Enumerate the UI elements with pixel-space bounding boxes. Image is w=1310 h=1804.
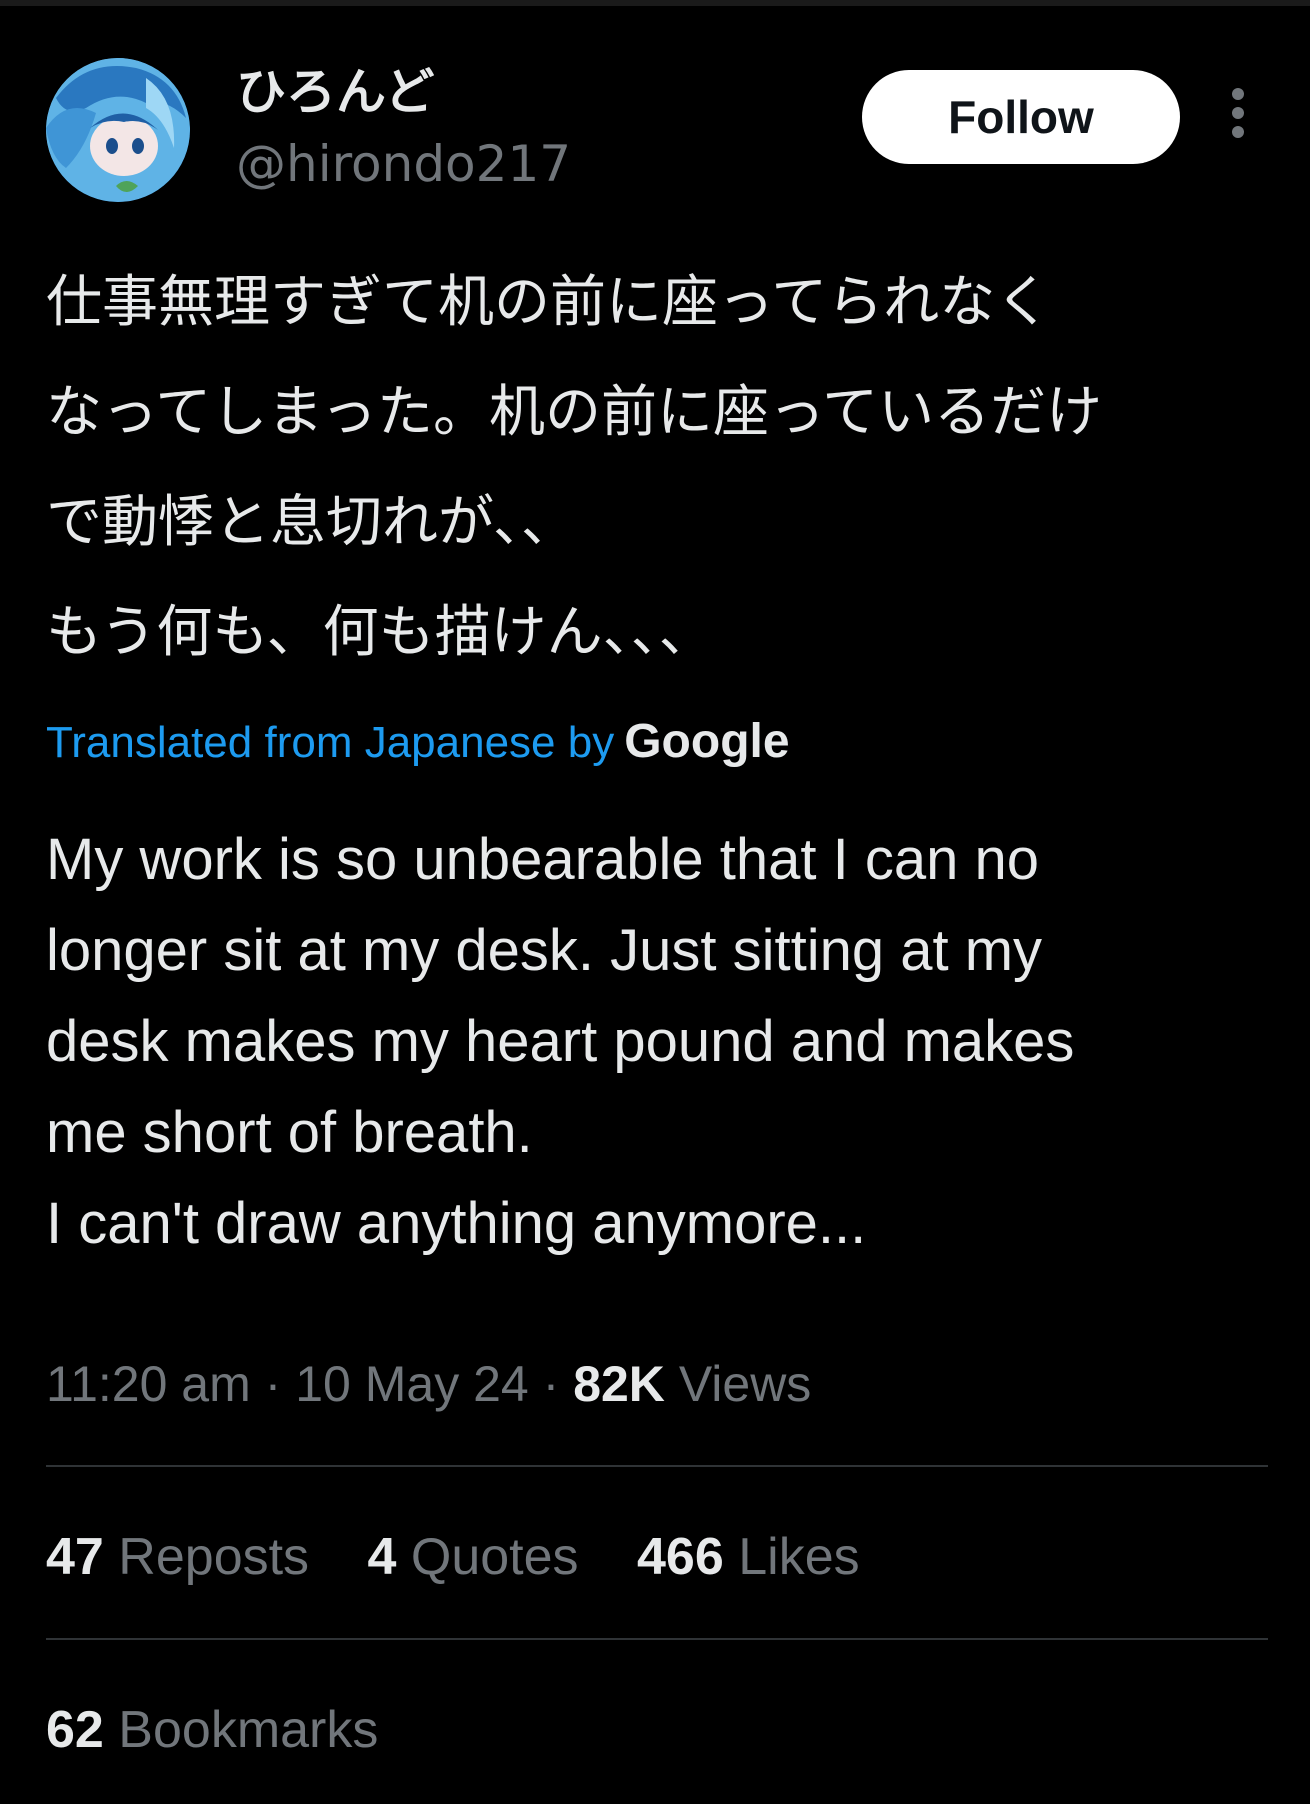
tweet-time[interactable]: 11:20 am: [46, 1356, 251, 1412]
meta-separator: ·: [542, 1356, 560, 1412]
translation-label[interactable]: Translated from Japanese by: [46, 718, 614, 767]
quotes-stat[interactable]: 4 Quotes: [368, 1527, 579, 1587]
tweet-card: ひろんど @hirondo217 Follow 仕事無理すぎて机の前に座ってられ…: [0, 0, 1310, 1804]
reposts-stat[interactable]: 47 Reposts: [46, 1527, 309, 1587]
tweet-date[interactable]: 10 May 24: [295, 1356, 528, 1412]
engagement-stats: 47 Reposts 4 Quotes 466 Likes: [46, 1527, 904, 1587]
meta-separator: ·: [264, 1356, 282, 1412]
bookmarks-count: 62: [46, 1701, 104, 1759]
reposts-count: 47: [46, 1528, 104, 1586]
user-handle[interactable]: @hirondo217: [236, 134, 571, 194]
quotes-label: Quotes: [410, 1528, 579, 1586]
divider: [46, 1465, 1268, 1467]
translation-attribution: Translated from Japanese by Google: [46, 712, 790, 773]
follow-button[interactable]: Follow: [862, 70, 1180, 164]
bookmarks-stat[interactable]: 62 Bookmarks: [46, 1700, 378, 1760]
avatar-illustration-icon: [46, 58, 190, 202]
likes-label: Likes: [738, 1528, 860, 1586]
divider: [46, 1638, 1268, 1640]
display-name[interactable]: ひろんど: [236, 62, 435, 122]
views-label: Views: [678, 1356, 812, 1412]
more-vertical-icon[interactable]: [1226, 88, 1250, 148]
bookmarks-label: Bookmarks: [118, 1701, 379, 1759]
views-count: 82K: [573, 1356, 665, 1412]
quotes-count: 4: [367, 1528, 397, 1586]
likes-stat[interactable]: 466 Likes: [637, 1527, 860, 1587]
reposts-label: Reposts: [118, 1528, 310, 1586]
likes-count: 466: [637, 1528, 724, 1586]
top-divider: [0, 0, 1310, 6]
tweet-translated-text: My work is so unbearable that I can no l…: [46, 827, 1075, 1256]
tweet-original-text: 仕事無理すぎて机の前に座ってられなく なってしまった。机の前に座っているだけ で…: [46, 270, 1103, 665]
avatar[interactable]: [46, 58, 190, 202]
google-logo: Google: [624, 715, 790, 768]
tweet-meta: 11:20 am · 10 May 24 · 82K Views: [46, 1354, 811, 1414]
